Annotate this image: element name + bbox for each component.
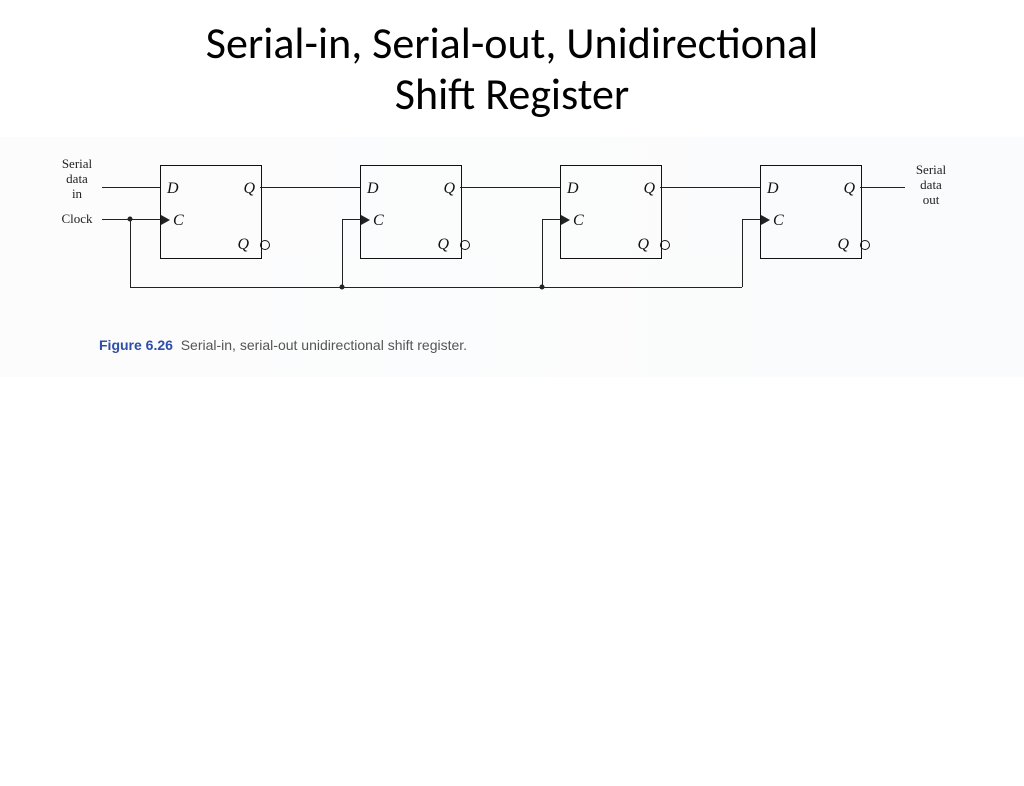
ff3-qbar: Q [637, 236, 649, 254]
wire-clk-riser3 [542, 219, 543, 287]
ff3-clk-tri [561, 215, 570, 225]
ff1-c: C [173, 212, 184, 230]
ff4-qbar: Q [837, 236, 849, 254]
ff1-qbar-bubble [260, 240, 270, 250]
clock-label: Clock [54, 212, 100, 227]
serial-in-l1: Serial [62, 156, 92, 171]
wire-clk-riser2 [342, 219, 343, 287]
wire-din [102, 187, 160, 188]
flipflop-3: D Q C Q [560, 165, 662, 259]
wire-clk-to-ff2 [342, 219, 360, 220]
ff1-d: D [167, 180, 179, 198]
wire-clk-riser4 [742, 219, 743, 287]
flipflop-2: D Q C Q [360, 165, 462, 259]
figure-panel: Serial data in Clock D Q C Q D Q C Q [0, 137, 1024, 377]
ff3-qbar-bubble [660, 240, 670, 250]
title-line-1: Serial-in, Serial-out, Unidirectional [206, 16, 818, 70]
ff4-qbar-bubble [860, 240, 870, 250]
ff3-d: D [567, 180, 579, 198]
serial-in-l3: in [72, 186, 82, 201]
figure-caption: Figure 6.26 Serial-in, serial-out unidir… [99, 337, 467, 353]
serial-out-l3: out [923, 192, 940, 207]
wire-q3-d4 [660, 187, 760, 188]
node-clk-2 [340, 285, 345, 290]
ff3-q: Q [643, 180, 655, 198]
ff2-qbar-bubble [460, 240, 470, 250]
flipflop-1: D Q C Q [160, 165, 262, 259]
ff2-d: D [367, 180, 379, 198]
wire-clk-to-ff3 [542, 219, 560, 220]
ff4-clk-tri [761, 215, 770, 225]
ff1-q: Q [243, 180, 255, 198]
ff4-c: C [773, 212, 784, 230]
schematic: Serial data in Clock D Q C Q D Q C Q [60, 157, 965, 317]
ff1-clk-tri [161, 215, 170, 225]
ff2-q: Q [443, 180, 455, 198]
wire-clock-bus [130, 287, 742, 288]
wire-q1-d2 [260, 187, 360, 188]
ff2-qbar: Q [437, 236, 449, 254]
serial-in-l2: data [66, 171, 88, 186]
ff4-q: Q [843, 180, 855, 198]
serial-data-in-label: Serial data in [54, 157, 100, 202]
ff2-c: C [373, 212, 384, 230]
wire-clk-to-ff4 [742, 219, 760, 220]
node-clk-3 [540, 285, 545, 290]
node-clk-in [128, 217, 133, 222]
figure-number: Figure 6.26 [99, 337, 173, 353]
ff1-qbar: Q [237, 236, 249, 254]
page-title: Serial-in, Serial-out, Unidirectional Sh… [0, 18, 1024, 119]
wire-q4-out [860, 187, 905, 188]
serial-out-l1: Serial [916, 162, 946, 177]
clock-l: Clock [61, 211, 92, 226]
figure-caption-text: Serial-in, serial-out unidirectional shi… [181, 337, 467, 353]
serial-out-l2: data [920, 177, 942, 192]
wire-clk-drop0 [130, 219, 131, 287]
flipflop-4: D Q C Q [760, 165, 862, 259]
wire-q2-d3 [460, 187, 560, 188]
ff2-clk-tri [361, 215, 370, 225]
ff4-d: D [767, 180, 779, 198]
ff3-c: C [573, 212, 584, 230]
title-line-2: Shift Register [395, 67, 630, 121]
serial-data-out-label: Serial data out [908, 163, 954, 208]
